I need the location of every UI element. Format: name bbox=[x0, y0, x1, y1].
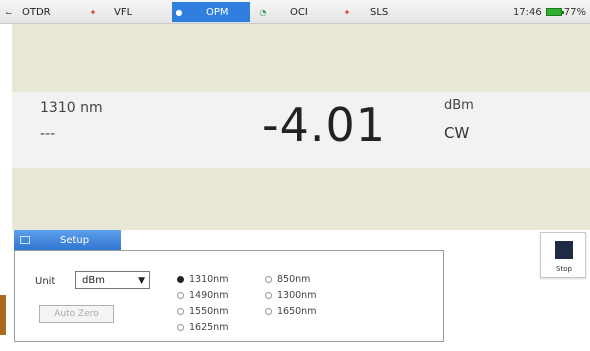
radio-dot bbox=[177, 292, 184, 299]
radio-dot bbox=[177, 324, 184, 331]
tab-oci[interactable]: ◔ OCI bbox=[256, 2, 334, 22]
radio-dot bbox=[265, 308, 272, 315]
laser-icon: ✦ bbox=[89, 7, 97, 17]
light-source-icon: ✦ bbox=[343, 7, 351, 17]
clock: 17:46 bbox=[512, 6, 542, 18]
setup-tab[interactable]: Setup bbox=[14, 230, 121, 250]
chevron-down-icon: ▼ bbox=[138, 276, 145, 286]
power-meter-icon: ● bbox=[175, 7, 183, 17]
stop-icon bbox=[555, 241, 573, 259]
tab-vfl-label: VFL bbox=[114, 6, 133, 18]
tab-oci-label: OCI bbox=[290, 6, 308, 18]
radio-label: 1310nm bbox=[189, 274, 229, 285]
wavelength-radio-1625[interactable]: 1625nm bbox=[177, 322, 228, 333]
unit-dropdown[interactable]: dBm ▼ bbox=[75, 271, 150, 289]
radio-label: 1550nm bbox=[189, 306, 229, 317]
stop-label: Stop bbox=[556, 265, 572, 273]
display-band-bottom bbox=[12, 168, 590, 230]
wavelength-radio-1550[interactable]: 1550nm bbox=[177, 306, 228, 317]
module-tab-bar: ⌙ OTDR ✦ VFL ● OPM ◔ OCI ✦ SLS 17:46 77% bbox=[0, 0, 590, 24]
radio-dot bbox=[265, 292, 272, 299]
status-area: 17:46 77% bbox=[513, 2, 586, 22]
tab-sls-label: SLS bbox=[370, 6, 389, 18]
edge-decoration bbox=[0, 295, 6, 335]
radio-label: 1300nm bbox=[277, 290, 317, 301]
radio-dot bbox=[177, 276, 184, 283]
battery-icon bbox=[545, 8, 564, 16]
power-value: -4.01 bbox=[262, 98, 387, 152]
power-readout: 1310 nm --- -4.01 dBm CW bbox=[12, 92, 590, 168]
settings-icon bbox=[20, 236, 30, 244]
setup-panel: Unit dBm ▼ Auto Zero 1310nm 1490nm 1550n… bbox=[14, 250, 444, 342]
battery-level: 77% bbox=[563, 6, 586, 18]
signal-mode: CW bbox=[444, 124, 470, 142]
otdr-icon: ⌙ bbox=[5, 7, 13, 17]
tab-vfl[interactable]: ✦ VFL bbox=[86, 2, 166, 22]
wavelength-radio-850[interactable]: 850nm bbox=[265, 274, 310, 285]
radio-dot bbox=[265, 276, 272, 283]
secondary-readout: --- bbox=[40, 126, 56, 142]
stop-button[interactable]: Stop bbox=[540, 232, 586, 278]
unit-dropdown-value: dBm bbox=[82, 274, 105, 286]
tab-otdr-label: OTDR bbox=[22, 6, 51, 18]
tab-sls[interactable]: ✦ SLS bbox=[340, 2, 418, 22]
wavelength-radio-1300[interactable]: 1300nm bbox=[265, 290, 316, 301]
wavelength-radio-1650[interactable]: 1650nm bbox=[265, 306, 316, 317]
radio-label: 1625nm bbox=[189, 322, 229, 333]
wavelength-radio-1490[interactable]: 1490nm bbox=[177, 290, 228, 301]
radio-label: 850nm bbox=[277, 274, 311, 285]
wavelength-radio-1310[interactable]: 1310nm bbox=[177, 274, 228, 285]
inspection-icon: ◔ bbox=[259, 7, 267, 17]
power-unit: dBm bbox=[444, 98, 474, 113]
radio-dot bbox=[177, 308, 184, 315]
unit-label: Unit bbox=[35, 276, 56, 287]
auto-zero-button[interactable]: Auto Zero bbox=[39, 305, 114, 323]
setup-tab-label: Setup bbox=[60, 234, 90, 246]
radio-label: 1490nm bbox=[189, 290, 229, 301]
display-band-top bbox=[12, 24, 590, 92]
radio-label: 1650nm bbox=[277, 306, 317, 317]
tab-otdr[interactable]: ⌙ OTDR bbox=[2, 2, 60, 22]
tab-opm[interactable]: ● OPM bbox=[172, 2, 250, 22]
wavelength-readout: 1310 nm bbox=[40, 100, 103, 116]
tab-opm-label: OPM bbox=[206, 6, 229, 18]
